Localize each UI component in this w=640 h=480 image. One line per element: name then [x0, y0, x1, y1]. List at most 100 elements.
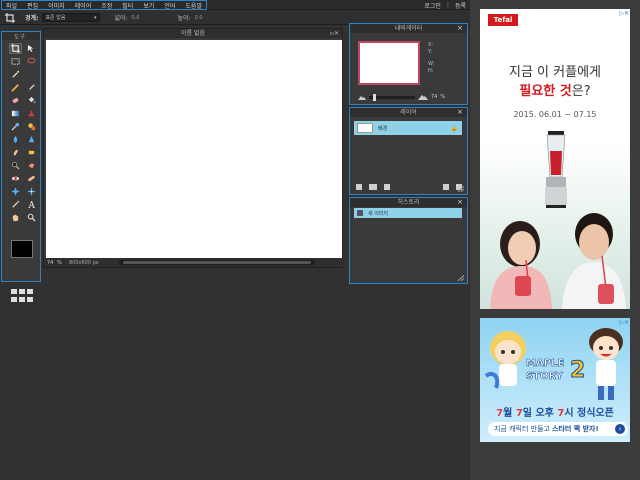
sharpen-tool[interactable] [25, 134, 38, 145]
menu-view[interactable]: 보기 [143, 1, 154, 10]
move-tool[interactable] [25, 43, 38, 54]
layer-toolbar [356, 183, 462, 191]
menu-file[interactable]: 파일 [6, 1, 17, 10]
character-boy-image [589, 328, 623, 400]
layout-cell [19, 289, 25, 294]
dodge-tool[interactable] [9, 160, 22, 171]
window-controls-icon[interactable]: ▫✕ [330, 29, 339, 38]
layer-style-icon[interactable] [384, 184, 390, 190]
menu-edit[interactable]: 편집 [27, 1, 38, 10]
pencil-tool[interactable] [9, 82, 22, 93]
zoom-in-mountain-icon[interactable] [418, 94, 428, 100]
primary-color-swatch[interactable] [11, 240, 33, 258]
marquee-tool[interactable] [9, 56, 22, 67]
menu-image[interactable]: 이미지 [48, 1, 65, 10]
character-girl-image [484, 331, 526, 389]
history-title: 히스토리 [397, 199, 420, 206]
navigator-coordinates: X: Y: W: H: [428, 42, 434, 75]
close-icon[interactable]: × [457, 24, 463, 33]
scrollbar-thumb[interactable] [123, 261, 311, 264]
starter-pack-cta[interactable]: 지금 캐릭터 만들고 스타터 팩 받자! › [488, 422, 628, 436]
ad-choices-icon[interactable]: ▷✕ [619, 10, 629, 17]
layer-properties-icon[interactable] [356, 184, 362, 190]
stamp-tool[interactable] [25, 108, 38, 119]
redeye-tool[interactable] [9, 173, 22, 184]
navigator-zoom-value[interactable]: 74 [431, 94, 437, 100]
fill-tool[interactable] [25, 95, 38, 106]
canvas-titlebar[interactable]: 이름 없음 ▫✕ [44, 29, 342, 38]
tefal-ad[interactable]: Tefal ▷✕ 지금 이 커플에게 필요한 것은? 2015. 06.01 ~… [480, 9, 630, 309]
brush-tool[interactable] [25, 82, 38, 93]
feather-select[interactable]: 표준 없음 ▾ [42, 13, 101, 22]
y-label: Y: [428, 49, 433, 55]
height-field[interactable]: 0.0 [195, 15, 235, 21]
register-link[interactable]: 등록 [455, 1, 466, 10]
stamp-icon [28, 110, 35, 117]
menu-language[interactable]: 언어 [164, 1, 175, 10]
history-item[interactable]: 새 이미지 [354, 208, 462, 218]
bloat-tool[interactable] [9, 186, 22, 197]
magic-wand-tool[interactable] [9, 69, 22, 80]
eraser-tool[interactable] [9, 95, 22, 106]
navigator-titlebar[interactable]: 내비게이터 × [350, 24, 467, 33]
zoom-out-mountain-icon[interactable] [358, 94, 366, 100]
horizontal-scrollbar[interactable] [119, 260, 315, 265]
maplestory-ad[interactable]: ▷✕ MAPLE 2 STORY 7월 7일 오후 7시 정식오픈 지금 캐릭터… [480, 318, 630, 442]
ad-headline-rest: 은? [571, 84, 591, 99]
resize-grip-icon[interactable] [458, 186, 464, 192]
blur-tool[interactable] [9, 134, 22, 145]
layer-row[interactable]: 배경 🔒 [354, 121, 462, 135]
resize-grip-icon[interactable] [458, 275, 464, 281]
pinch-tool[interactable] [25, 186, 38, 197]
drawing-canvas[interactable] [46, 40, 342, 258]
login-link[interactable]: 로그인 [424, 1, 441, 10]
new-layer-icon[interactable] [443, 184, 449, 190]
lock-icon[interactable]: 🔒 [451, 125, 458, 132]
color-picker-tool[interactable] [9, 199, 22, 210]
smudge-tool[interactable] [9, 147, 22, 158]
sponge-tool[interactable] [25, 147, 38, 158]
menu-layer[interactable]: 레이어 [75, 1, 92, 10]
spot-heal-tool[interactable] [25, 173, 38, 184]
menu-adjust[interactable]: 조정 [101, 1, 112, 10]
burn-tool[interactable] [25, 160, 38, 171]
width-field[interactable]: 0.0 [132, 15, 172, 21]
feather-label: 경계: [25, 15, 39, 22]
menu-help[interactable]: 도움말 [185, 1, 202, 10]
layers-titlebar[interactable]: 레이어 × [350, 108, 467, 117]
text-icon: A [27, 201, 35, 209]
menu-filter[interactable]: 필터 [122, 1, 133, 10]
navigator-title: 내비게이터 [394, 25, 423, 32]
dodge-icon [11, 161, 20, 170]
history-titlebar[interactable]: 히스토리 × [350, 198, 467, 207]
zoom-tool[interactable] [25, 212, 38, 223]
pinch-icon [27, 187, 36, 196]
layout-toggle-icon[interactable] [11, 289, 33, 303]
chevron-right-icon[interactable]: › [615, 424, 625, 434]
logo-story: STORY [526, 371, 564, 383]
maplestory-logo: MAPLE 2 STORY [526, 358, 590, 392]
text-tool[interactable]: A [25, 199, 38, 210]
hand-icon [12, 214, 19, 222]
h-label: H: [428, 68, 434, 74]
zoom-slider[interactable] [369, 93, 415, 101]
lasso-tool[interactable] [25, 56, 38, 67]
x-label: X: [428, 42, 434, 48]
crop-tool[interactable] [9, 43, 22, 54]
color-replace-tool[interactable] [9, 121, 22, 132]
gradient-tool[interactable] [9, 108, 22, 119]
marquee-icon [11, 58, 20, 65]
layer-name: 배경 [378, 125, 388, 132]
navigator-preview[interactable] [358, 41, 420, 85]
zoom-slider-knob[interactable] [373, 93, 376, 101]
magnifier-icon [27, 213, 36, 222]
finger-icon [13, 149, 18, 156]
eraser-icon [12, 97, 19, 104]
hand-tool[interactable] [9, 212, 22, 223]
close-icon[interactable]: × [457, 198, 463, 207]
layer-mask-icon[interactable] [369, 184, 377, 190]
close-icon[interactable]: × [457, 108, 463, 117]
date-month-unit: 월 [503, 408, 516, 419]
zoom-value[interactable]: 74 [47, 260, 57, 266]
draw-tool[interactable] [25, 121, 38, 132]
